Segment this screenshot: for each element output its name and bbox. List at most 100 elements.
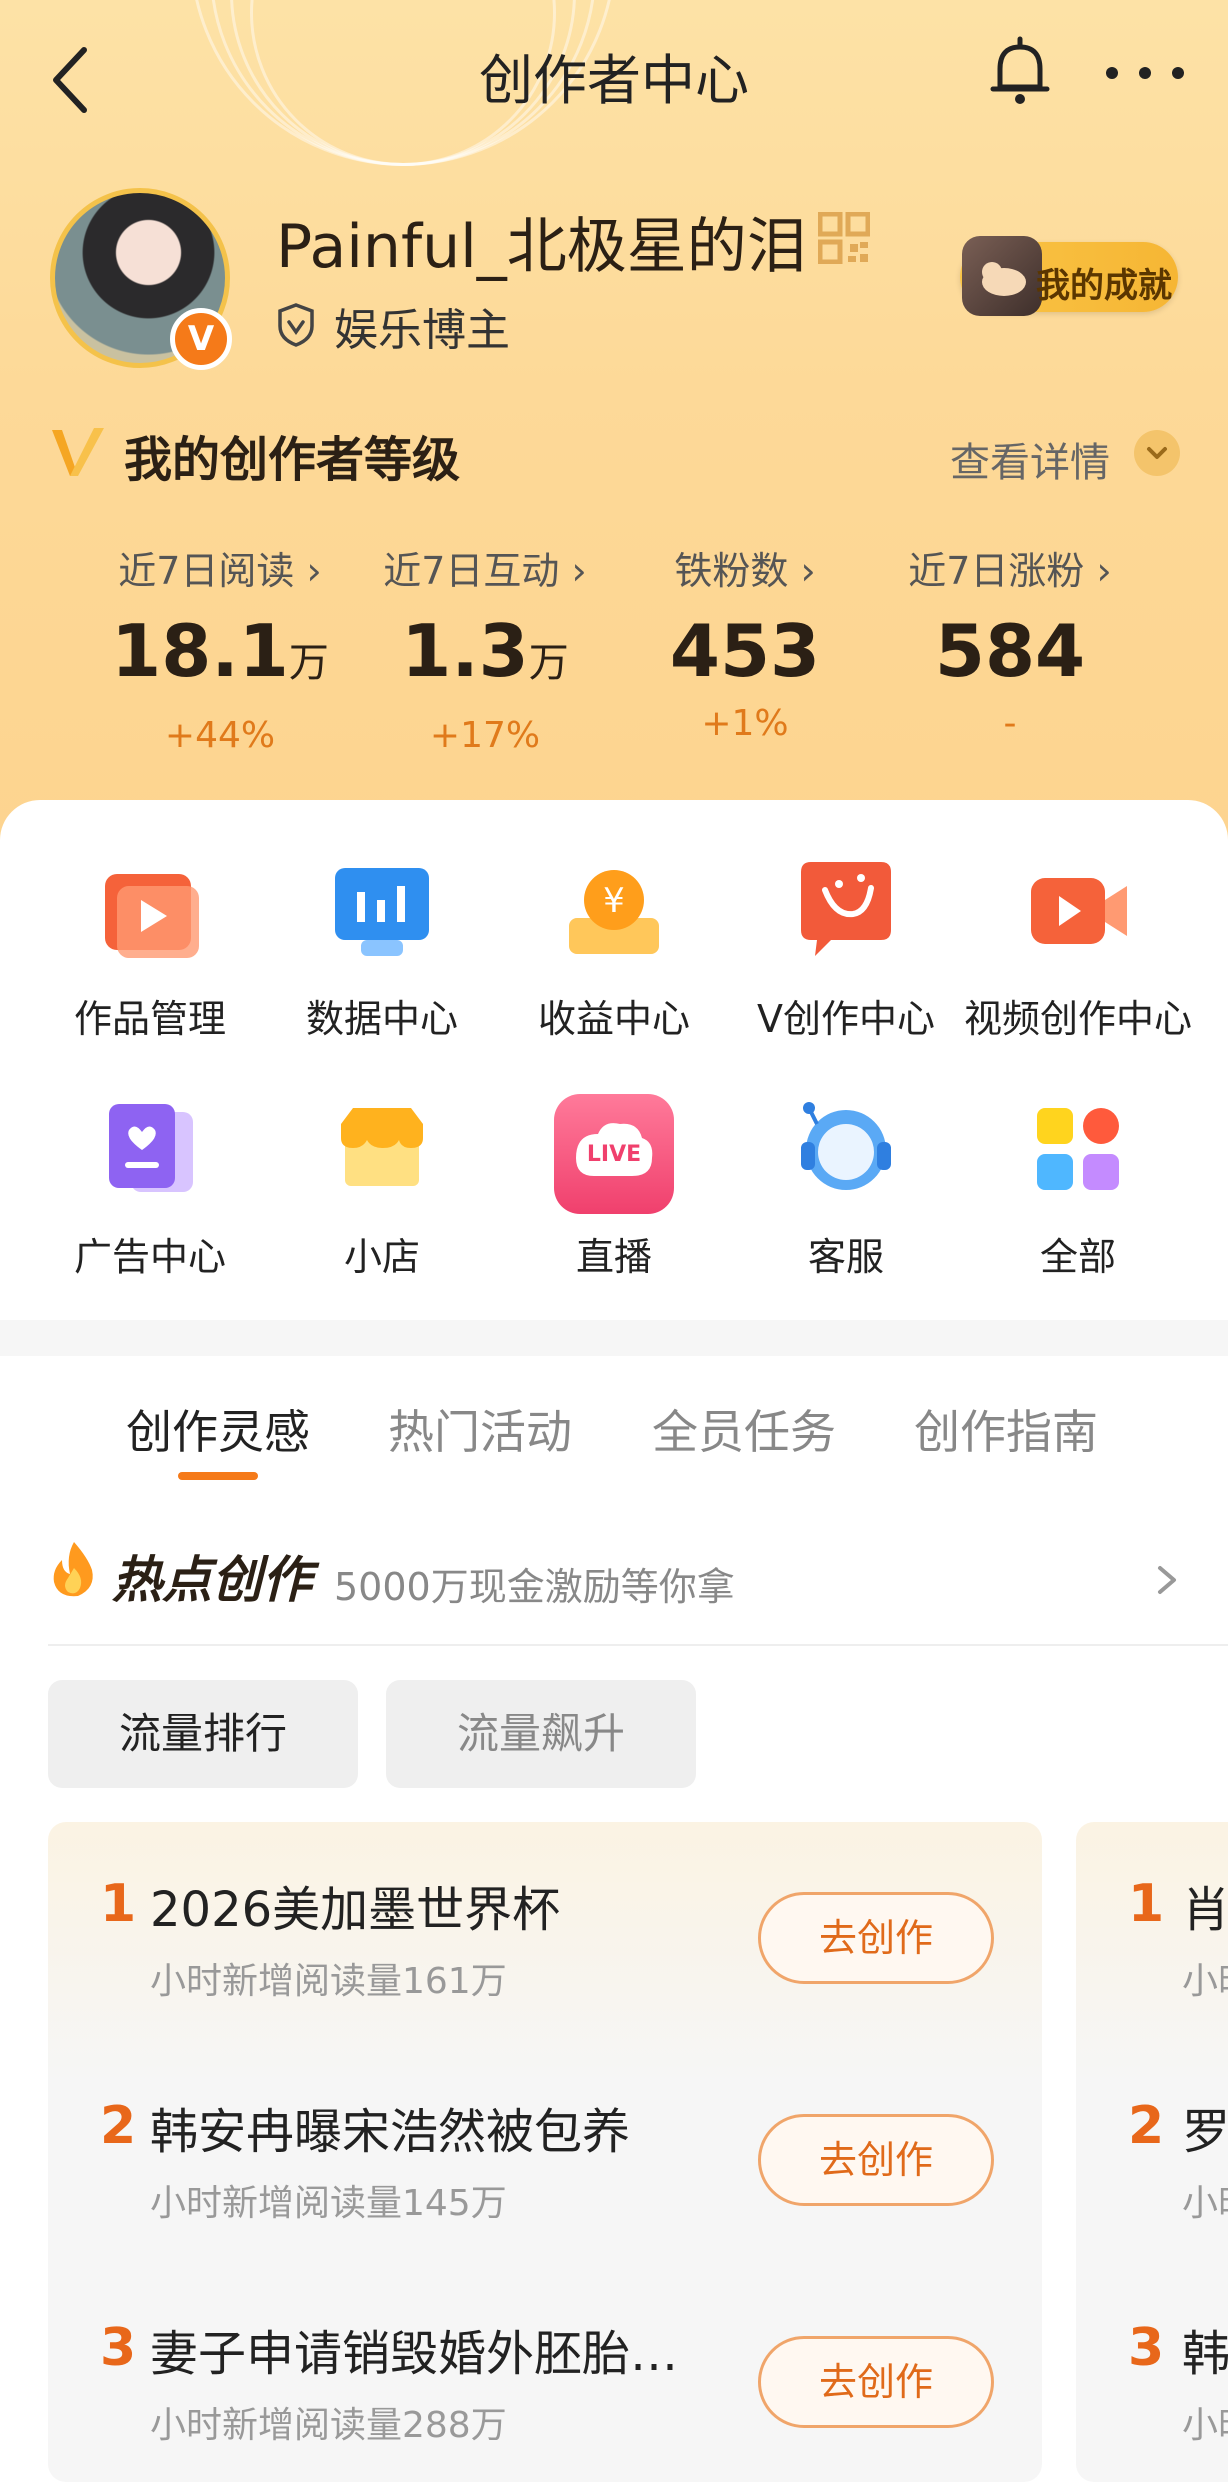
stat-change: +44% bbox=[164, 715, 276, 756]
tool-earnings-center[interactable]: ¥ 收益中心 bbox=[494, 856, 734, 1043]
tool-shop[interactable]: 小店 bbox=[262, 1094, 502, 1281]
stat-iron-fans[interactable]: 铁粉数 › 453 +1% bbox=[605, 540, 885, 744]
stat-change: - bbox=[1003, 703, 1017, 744]
stat-7day-interactions[interactable]: 近7日互动 › 1.3万 +17% bbox=[345, 540, 625, 756]
sparkle-bubble-icon bbox=[791, 856, 901, 966]
hot-item-subtitle: 小时新增阅读量161万 bbox=[150, 1961, 507, 2002]
verified-badge: V bbox=[170, 308, 232, 370]
flame-icon bbox=[53, 1542, 93, 1597]
hot-list: 1 2026美加墨世界杯 小时新增阅读量161万 去创作 2 韩安冉曝宋浩然被包… bbox=[48, 1822, 1042, 2482]
tab-creation-inspiration[interactable]: 创作灵感 bbox=[126, 1396, 310, 1462]
all-grid-icon bbox=[1023, 1094, 1133, 1204]
tool-video-creation-center[interactable]: 视频创作中心 bbox=[958, 856, 1198, 1043]
tool-live[interactable]: LIVE 直播 bbox=[494, 1094, 734, 1281]
hot-item-subtitle: 小时 bbox=[1182, 2405, 1228, 2446]
stat-label: 近7日涨粉 bbox=[908, 549, 1085, 593]
hot-item-title[interactable]: 韩 bbox=[1182, 2314, 1228, 2384]
chevron-right-icon[interactable] bbox=[1152, 1560, 1182, 1600]
stat-value: 18.1 bbox=[111, 609, 289, 693]
tool-label: 收益中心 bbox=[537, 997, 690, 1041]
active-tab-indicator bbox=[178, 1472, 258, 1480]
achievement-icon bbox=[962, 236, 1042, 316]
rank-number: 2 bbox=[100, 2096, 137, 2156]
qr-code-icon[interactable] bbox=[818, 212, 870, 264]
play-folder-icon bbox=[95, 856, 205, 966]
tool-ad-center[interactable]: 广告中心 bbox=[30, 1094, 270, 1281]
hot-item-title[interactable]: 肖 bbox=[1182, 1870, 1228, 1940]
stat-7day-reads[interactable]: 近7日阅读 › 18.1万 +44% bbox=[80, 540, 360, 756]
tool-label: 全部 bbox=[1039, 1235, 1116, 1279]
chevron-right-icon: › bbox=[306, 549, 322, 593]
tool-v-creation-center[interactable]: V创作中心 bbox=[726, 856, 966, 1043]
tool-label: 客服 bbox=[807, 1235, 884, 1279]
live-icon: LIVE bbox=[554, 1094, 674, 1214]
stat-change: +1% bbox=[701, 703, 789, 744]
stat-unit: 万 bbox=[288, 640, 329, 686]
tool-works-management[interactable]: 作品管理 bbox=[30, 856, 270, 1043]
stat-label: 铁粉数 bbox=[674, 549, 789, 593]
chip-traffic-surge[interactable]: 流量飙升 bbox=[386, 1680, 696, 1788]
hot-item-subtitle: 小时 bbox=[1182, 2183, 1228, 2224]
chip-traffic-ranking[interactable]: 流量排行 bbox=[48, 1680, 358, 1788]
stat-label: 近7日阅读 bbox=[118, 549, 295, 593]
video-camera-icon bbox=[1023, 856, 1133, 966]
bell-icon[interactable] bbox=[985, 35, 1055, 110]
hot-creation-subtitle[interactable]: 5000万现金激励等你拿 bbox=[334, 1556, 735, 1611]
live-icon-text: LIVE bbox=[586, 1142, 642, 1167]
hot-item-title[interactable]: 韩安冉曝宋浩然被包养 bbox=[150, 2092, 630, 2162]
hot-item-subtitle: 小时新增阅读量288万 bbox=[150, 2405, 507, 2446]
go-create-button[interactable]: 去创作 bbox=[758, 2336, 994, 2428]
achievement-label[interactable]: 我的成就 bbox=[1036, 258, 1172, 307]
rank-number: 2 bbox=[1128, 2096, 1165, 2156]
stat-value: 453 bbox=[669, 609, 821, 693]
username[interactable]: Painful_北极星的泪 bbox=[276, 198, 807, 285]
tab-all-member-tasks[interactable]: 全员任务 bbox=[652, 1396, 836, 1462]
support-headset-icon bbox=[791, 1094, 901, 1204]
chevron-right-icon: › bbox=[571, 549, 587, 593]
tool-customer-service[interactable]: 客服 bbox=[726, 1094, 966, 1281]
content-tabs: 创作灵感 热门活动 全员任务 创作指南 bbox=[0, 1356, 1228, 1506]
stat-change: +17% bbox=[429, 715, 541, 756]
more-options-icon[interactable] bbox=[1100, 58, 1190, 88]
go-create-button[interactable]: 去创作 bbox=[758, 2114, 994, 2206]
stat-7day-new-fans[interactable]: 近7日涨粉 › 584 - bbox=[870, 540, 1150, 744]
stat-label: 近7日互动 bbox=[383, 549, 560, 593]
chevron-right-icon: › bbox=[800, 549, 816, 593]
shop-icon bbox=[327, 1094, 437, 1204]
creator-level-title: 我的创作者等级 bbox=[124, 432, 461, 488]
tool-label: 广告中心 bbox=[73, 1235, 226, 1279]
divider bbox=[48, 1644, 1228, 1646]
hot-item-title[interactable]: 2026美加墨世界杯 bbox=[150, 1870, 560, 1940]
hot-list-secondary: 1 肖 小时 2 罗 小时 3 韩 小时 bbox=[1076, 1822, 1228, 2482]
creator-level-v-icon bbox=[52, 428, 104, 476]
stat-value: 1.3 bbox=[401, 609, 529, 693]
hot-creation-title[interactable]: 热点创作 bbox=[112, 1540, 312, 1612]
chevron-down-icon[interactable] bbox=[1134, 430, 1180, 476]
ad-card-icon bbox=[95, 1094, 205, 1204]
chevron-right-icon: › bbox=[1096, 549, 1112, 593]
tool-data-center[interactable]: 数据中心 bbox=[262, 856, 502, 1043]
tab-hot-events[interactable]: 热门活动 bbox=[388, 1396, 572, 1462]
svg-text:¥: ¥ bbox=[603, 881, 625, 921]
role-label: 娱乐博主 bbox=[334, 305, 510, 356]
yen-coin-icon: ¥ bbox=[559, 856, 669, 966]
rank-number: 1 bbox=[100, 1874, 137, 1934]
hot-item-subtitle: 小时 bbox=[1182, 1961, 1228, 2002]
data-monitor-icon bbox=[327, 856, 437, 966]
stat-unit: 万 bbox=[528, 640, 569, 686]
stat-value: 584 bbox=[934, 609, 1086, 693]
tool-label: 视频创作中心 bbox=[963, 997, 1192, 1041]
tool-label: V创作中心 bbox=[757, 997, 935, 1041]
hot-item-title[interactable]: 罗 bbox=[1182, 2092, 1228, 2162]
shield-icon bbox=[278, 303, 314, 347]
hot-item-title[interactable]: 妻子申请销毁婚外胚胎… bbox=[150, 2314, 678, 2384]
tool-label: 小店 bbox=[343, 1235, 420, 1279]
go-create-button[interactable]: 去创作 bbox=[758, 1892, 994, 1984]
tab-creation-guide[interactable]: 创作指南 bbox=[914, 1396, 1098, 1462]
hot-item-subtitle: 小时新增阅读量145万 bbox=[150, 2183, 507, 2224]
tool-label: 作品管理 bbox=[73, 997, 226, 1041]
tool-label: 数据中心 bbox=[305, 997, 458, 1041]
rank-number: 3 bbox=[1128, 2318, 1165, 2378]
view-details-link[interactable]: 查看详情 bbox=[950, 430, 1110, 488]
tool-all[interactable]: 全部 bbox=[958, 1094, 1198, 1281]
